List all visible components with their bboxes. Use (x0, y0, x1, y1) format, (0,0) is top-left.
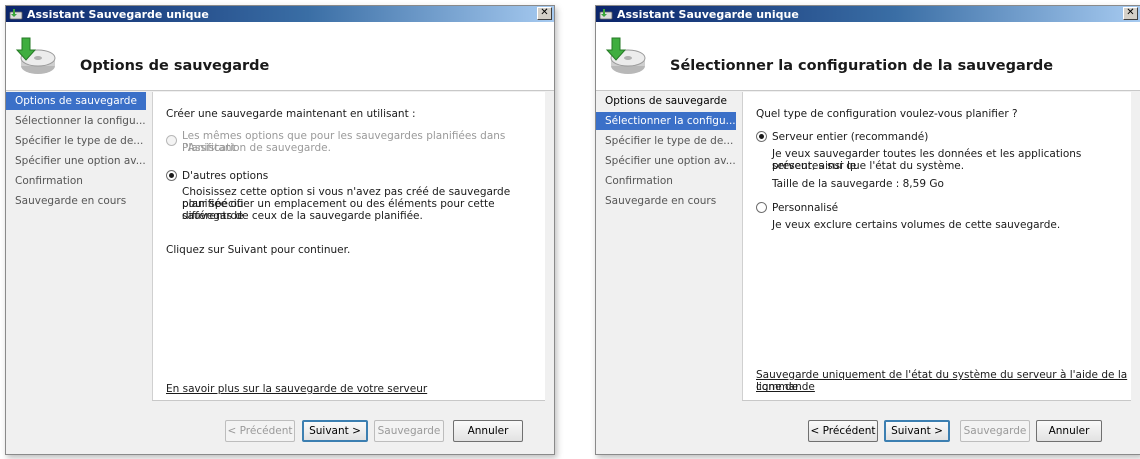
page-title: Sélectionner la configuration de la sauv… (670, 58, 1054, 74)
wizard-steps-nav: Options de sauvegarde Sélectionner la co… (6, 92, 149, 454)
nav-step-backup-options[interactable]: Options de sauvegarde (6, 92, 146, 110)
full-server-label[interactable]: Serveur entier (recommandé) (772, 131, 928, 143)
custom-label[interactable]: Personnalisé (772, 202, 838, 214)
backup-app-icon (9, 9, 23, 20)
custom-radio[interactable] (756, 202, 767, 213)
backup-button[interactable]: Sauvegarde (960, 420, 1030, 442)
window-title: Assistant Sauvegarde unique (617, 7, 799, 21)
right-wizard-window: Assistant Sauvegarde unique ✕ Sélectionn… (595, 5, 1140, 455)
other-options-label[interactable]: D'autres options (182, 170, 268, 182)
next-button[interactable]: Suivant > (884, 420, 950, 442)
system-state-link-2[interactable]: commande (756, 381, 815, 393)
nav-step-backup-progress[interactable]: Sauvegarde en cours (596, 192, 736, 210)
backup-app-icon (599, 9, 613, 20)
nav-step-confirmation[interactable]: Confirmation (596, 172, 736, 190)
custom-desc: Je veux exclure certains volumes de cett… (772, 219, 1061, 231)
backup-disk-arrow-icon (605, 37, 646, 74)
backup-button[interactable]: Sauvegarde (374, 420, 444, 442)
wizard-content: Créer une sauvegarde maintenant en utili… (152, 92, 545, 400)
wizard-steps-nav: Options de sauvegarde Sélectionner la co… (596, 92, 739, 454)
same-options-radio[interactable] (166, 135, 177, 146)
nav-step-confirmation[interactable]: Confirmation (6, 172, 146, 190)
window-title: Assistant Sauvegarde unique (27, 7, 209, 21)
intro-text: Créer une sauvegarde maintenant en utili… (166, 108, 416, 120)
button-bar: < Précédent Suivant > Sauvegarde Annuler (152, 401, 545, 454)
full-server-radio[interactable] (756, 131, 767, 142)
title-bar[interactable]: Assistant Sauvegarde unique ✕ (596, 6, 1140, 22)
nav-step-backup-options[interactable]: Options de sauvegarde (596, 92, 736, 110)
full-server-desc-2: serveur, ainsi que l'état du système. (772, 160, 965, 172)
backup-disk-arrow-icon (15, 37, 56, 74)
previous-button[interactable]: < Précédent (808, 420, 878, 442)
wizard-header: Sélectionner la configuration de la sauv… (596, 22, 1140, 91)
next-button[interactable]: Suivant > (302, 420, 368, 442)
other-options-desc-3: différents de ceux de la sauvegarde plan… (182, 210, 423, 222)
cancel-button[interactable]: Annuler (453, 420, 523, 442)
cancel-button[interactable]: Annuler (1036, 420, 1102, 442)
previous-button[interactable]: < Précédent (225, 420, 295, 442)
other-options-radio[interactable] (166, 170, 177, 181)
continue-text: Cliquez sur Suivant pour continuer. (166, 244, 351, 256)
backup-size-text: Taille de la sauvegarde : 8,59 Go (772, 178, 944, 190)
nav-step-backup-progress[interactable]: Sauvegarde en cours (6, 192, 146, 210)
nav-step-advanced-option[interactable]: Spécifier une option av... (6, 152, 146, 170)
left-wizard-window: Assistant Sauvegarde unique ✕ Options de… (5, 5, 555, 455)
page-title: Options de sauvegarde (80, 58, 270, 74)
button-bar: < Précédent Suivant > Sauvegarde Annuler (742, 401, 1131, 454)
close-icon[interactable]: ✕ (537, 7, 552, 20)
learn-more-link[interactable]: En savoir plus sur la sauvegarde de votr… (166, 383, 427, 395)
nav-step-destination-type[interactable]: Spécifier le type de de... (596, 132, 736, 150)
nav-step-destination-type[interactable]: Spécifier le type de de... (6, 132, 146, 150)
close-icon[interactable]: ✕ (1123, 7, 1138, 20)
nav-step-advanced-option[interactable]: Spécifier une option av... (596, 152, 736, 170)
same-options-label-2: Planification de sauvegarde. (182, 142, 331, 154)
question-text: Quel type de configuration voulez-vous p… (756, 108, 1018, 120)
nav-step-select-config[interactable]: Sélectionner la configu... (6, 112, 146, 130)
title-bar[interactable]: Assistant Sauvegarde unique ✕ (6, 6, 554, 22)
wizard-content: Quel type de configuration voulez-vous p… (742, 92, 1131, 400)
nav-step-select-config[interactable]: Sélectionner la configu... (596, 112, 736, 130)
wizard-header: Options de sauvegarde (6, 22, 554, 91)
